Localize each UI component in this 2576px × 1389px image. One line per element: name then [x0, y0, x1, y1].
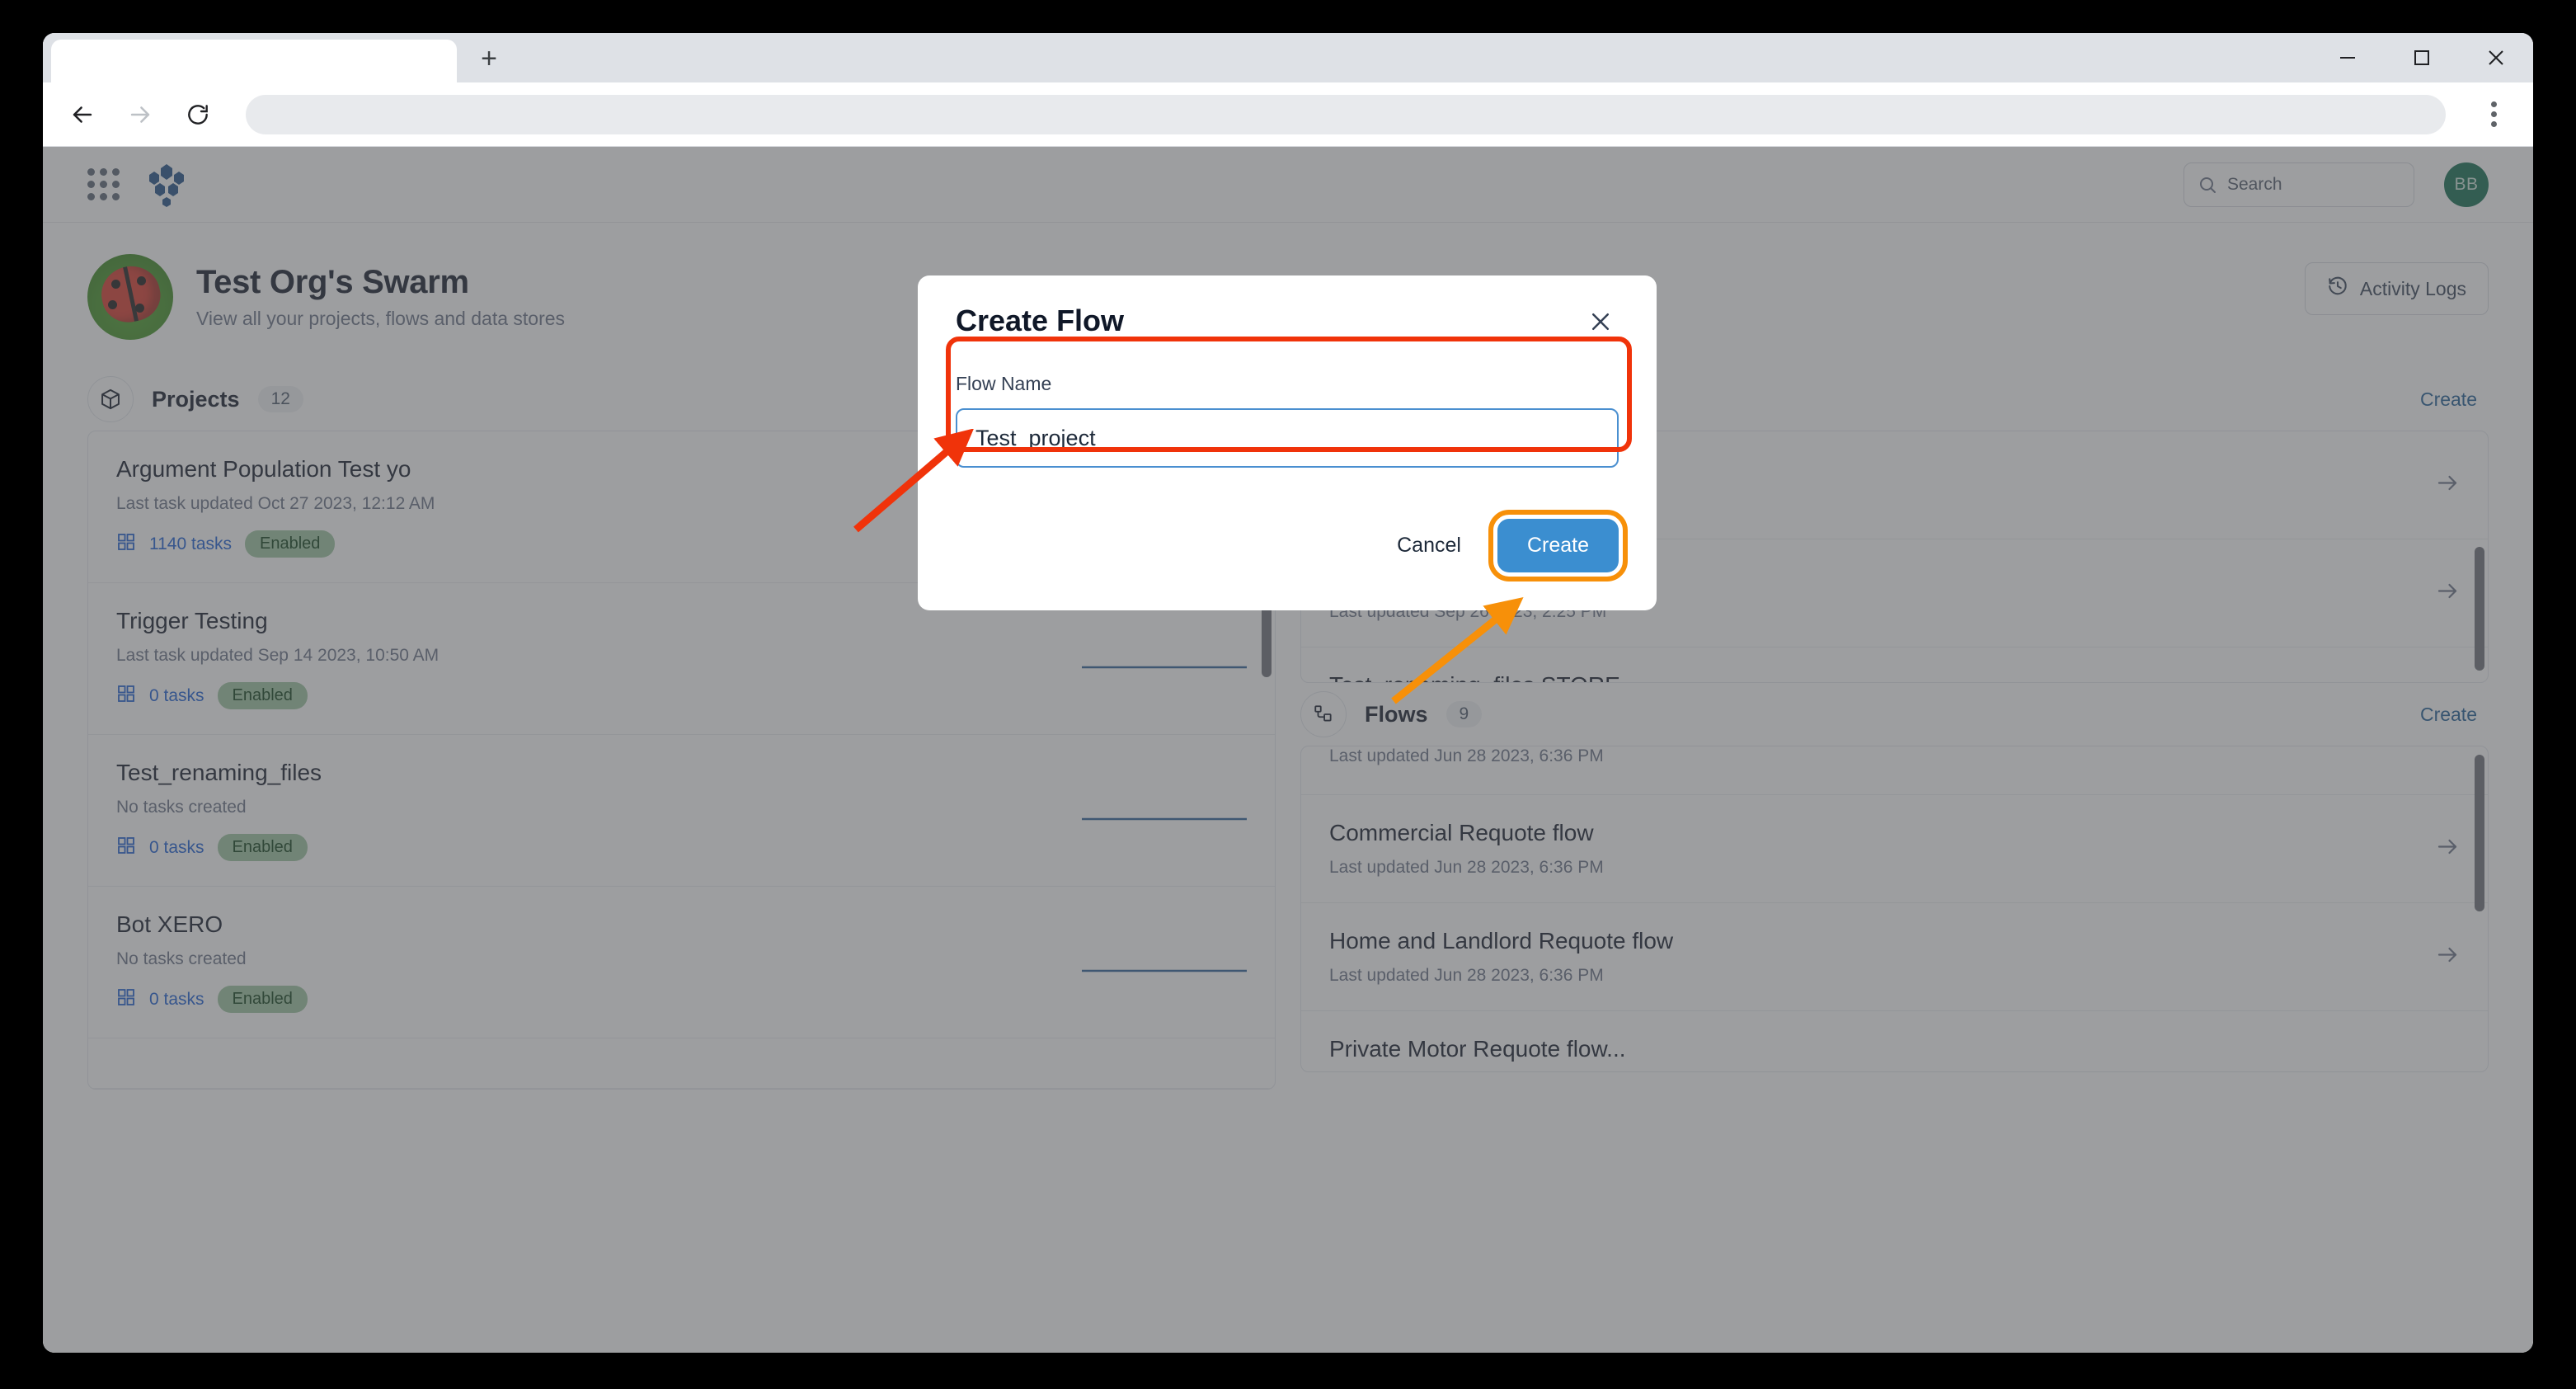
- dialog-title: Create Flow: [956, 304, 1124, 338]
- window-controls: [2310, 33, 2533, 82]
- browser-tab[interactable]: [51, 40, 457, 82]
- browser-window: +: [43, 33, 2533, 1353]
- back-button[interactable]: [64, 97, 101, 133]
- create-flow-dialog: Create Flow Flow Name Test_project Cance…: [918, 275, 1657, 610]
- url-bar[interactable]: [246, 95, 2446, 134]
- cancel-button[interactable]: Cancel: [1390, 525, 1468, 566]
- create-button[interactable]: Create: [1497, 519, 1619, 572]
- flow-name-value: Test_project: [975, 426, 1096, 451]
- screenshot-root: +: [0, 0, 2576, 1389]
- browser-tabstrip: +: [43, 33, 2533, 82]
- flow-name-label: Flow Name: [956, 373, 1619, 395]
- minimize-button[interactable]: [2310, 33, 2385, 82]
- new-tab-button[interactable]: +: [463, 40, 515, 82]
- close-window-button[interactable]: [2459, 33, 2533, 82]
- forward-button[interactable]: [122, 97, 158, 133]
- reload-button[interactable]: [180, 97, 216, 133]
- kebab-menu-icon: [2491, 101, 2497, 107]
- new-tab-label: +: [481, 43, 497, 75]
- flow-name-input[interactable]: Test_project: [956, 408, 1619, 468]
- browser-toolbar: [43, 82, 2533, 147]
- dialog-actions: Cancel Create: [956, 519, 1619, 572]
- flow-name-field-group: Flow Name Test_project: [956, 373, 1619, 468]
- browser-menu-button[interactable]: [2475, 95, 2512, 134]
- maximize-button[interactable]: [2385, 33, 2459, 82]
- close-icon[interactable]: [1582, 304, 1619, 340]
- dialog-header: Create Flow: [956, 304, 1619, 340]
